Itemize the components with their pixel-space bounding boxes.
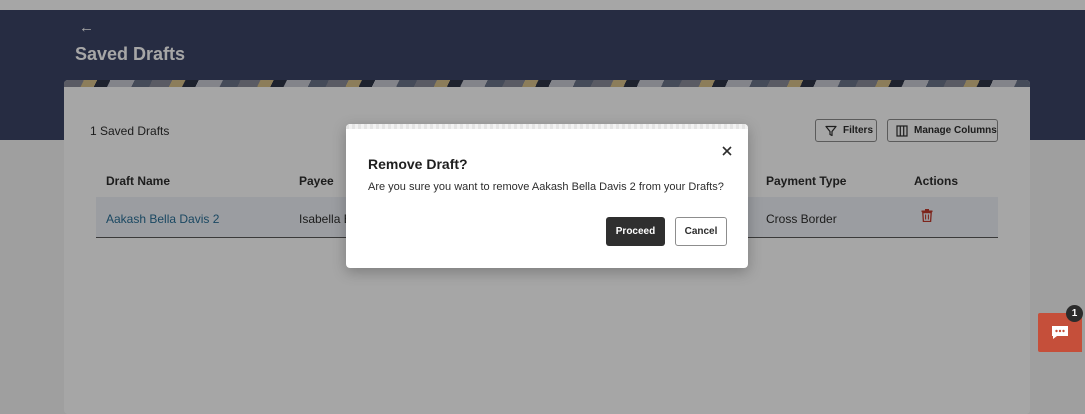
cancel-button[interactable]: Cancel (675, 217, 727, 246)
remove-draft-dialog: Remove Draft? Are you sure you want to r… (346, 124, 748, 268)
chat-notification-badge: 1 (1066, 305, 1083, 322)
proceed-button[interactable]: Proceed (606, 217, 665, 246)
close-icon[interactable] (720, 144, 734, 158)
dialog-decorative-strip (346, 124, 748, 129)
dialog-title: Remove Draft? (368, 156, 468, 172)
dialog-message: Are you sure you want to remove Aakash B… (368, 181, 724, 193)
chat-icon (1052, 326, 1068, 339)
